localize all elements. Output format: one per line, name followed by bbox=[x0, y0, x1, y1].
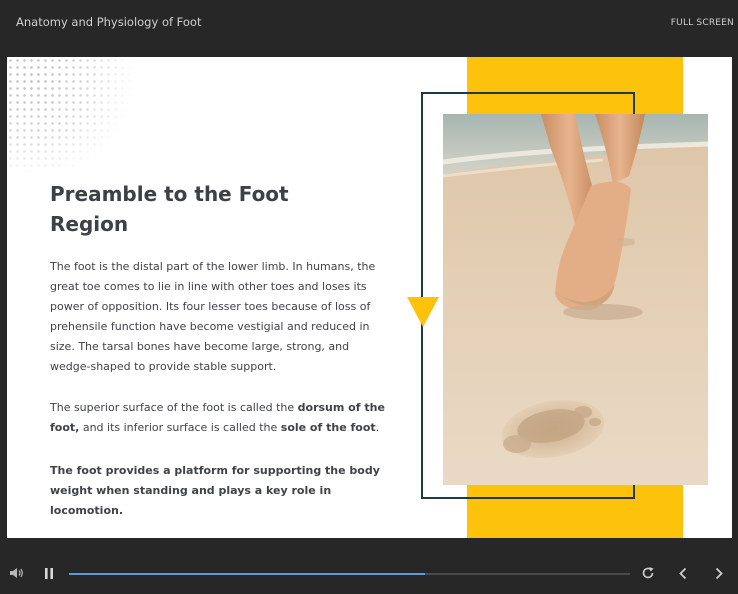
body-paragraph-2: The superior surface of the foot is call… bbox=[50, 398, 385, 438]
triangle-arrow-icon bbox=[407, 297, 439, 327]
slide-canvas: Preamble to the Foot Region The foot is … bbox=[7, 57, 732, 538]
player-top-bar: Anatomy and Physiology of Foot FULL SCRE… bbox=[0, 0, 738, 56]
volume-icon[interactable] bbox=[10, 567, 24, 579]
body-paragraph-1: The foot is the distal part of the lower… bbox=[50, 260, 376, 373]
beach-feet-photo bbox=[443, 114, 708, 485]
slide-heading: Preamble to the Foot Region bbox=[50, 182, 289, 236]
dot-pattern-decoration bbox=[7, 57, 132, 172]
course-title: Anatomy and Physiology of Foot bbox=[16, 15, 202, 29]
next-icon[interactable] bbox=[713, 567, 725, 580]
fullscreen-button[interactable]: FULL SCREEN bbox=[671, 18, 734, 28]
replay-icon[interactable] bbox=[641, 566, 655, 580]
pause-icon[interactable] bbox=[44, 567, 54, 580]
term-sole: sole of the foot bbox=[280, 421, 376, 434]
paragraph-2-text-a: The superior surface of the foot is call… bbox=[50, 401, 298, 414]
progress-track[interactable] bbox=[69, 573, 630, 575]
prev-icon[interactable] bbox=[677, 567, 689, 580]
progress-fill bbox=[69, 573, 426, 575]
body-paragraph-3: The foot provides a platform for support… bbox=[50, 464, 380, 517]
player-controls bbox=[0, 556, 738, 594]
paragraph-2-text-c: . bbox=[375, 421, 380, 434]
paragraph-2-text-b: and its inferior surface is called the bbox=[79, 421, 281, 434]
